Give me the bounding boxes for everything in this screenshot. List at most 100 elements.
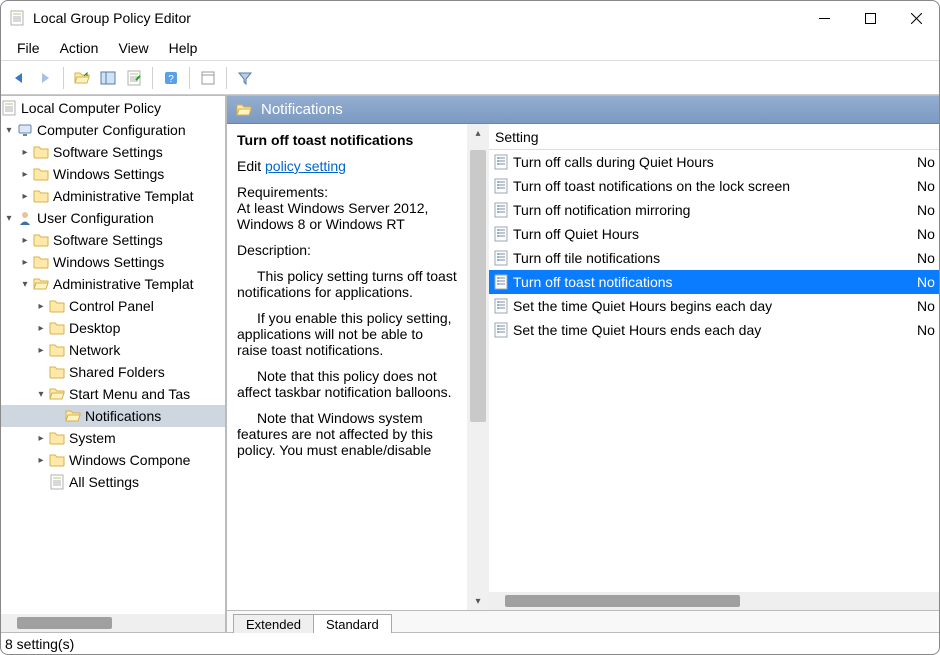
scroll-down-icon[interactable]: ▾: [467, 592, 489, 610]
tree-cc-windows[interactable]: Windows Settings: [53, 166, 164, 182]
window-title: Local Group Policy Editor: [33, 10, 801, 26]
maximize-button[interactable]: [847, 1, 893, 35]
grid-row[interactable]: Turn off Quiet HoursNo: [489, 222, 939, 246]
nav-back-button[interactable]: [7, 66, 31, 90]
show-hide-tree-button[interactable]: [96, 66, 120, 90]
chevron-right-icon[interactable]: ▸: [17, 188, 33, 204]
grid-hscroll[interactable]: [489, 592, 939, 610]
tree-hscroll[interactable]: [1, 614, 225, 632]
panel-heading-text: Notifications: [261, 101, 343, 118]
tree-computer-config[interactable]: Computer Configuration: [37, 122, 186, 138]
chevron-right-icon[interactable]: ▸: [33, 320, 49, 336]
tab-standard[interactable]: Standard: [313, 614, 392, 633]
tab-extended[interactable]: Extended: [233, 614, 314, 633]
tree-network[interactable]: Network: [69, 342, 120, 358]
tree-startmenu[interactable]: Start Menu and Tas: [69, 386, 190, 402]
grid-row[interactable]: Turn off notification mirroringNo: [489, 198, 939, 222]
scroll-track[interactable]: [467, 142, 489, 592]
grid-header[interactable]: Setting: [489, 124, 939, 150]
menu-view[interactable]: View: [108, 37, 158, 59]
edit-policy-link[interactable]: policy setting: [265, 158, 346, 174]
chevron-right-icon[interactable]: ▸: [17, 232, 33, 248]
chevron-down-icon[interactable]: ▾: [1, 210, 17, 226]
details-panel: Notifications Turn off toast notificatio…: [226, 96, 939, 632]
scroll-up-icon[interactable]: ▴: [467, 124, 489, 142]
tree-uc-software[interactable]: Software Settings: [53, 232, 163, 248]
menu-help[interactable]: Help: [159, 37, 208, 59]
requirements-label: Requirements:: [237, 184, 328, 200]
chevron-right-icon[interactable]: ▸: [33, 452, 49, 468]
tree-desktop[interactable]: Desktop: [69, 320, 120, 336]
chevron-right-icon[interactable]: ▸: [17, 144, 33, 160]
folder-open-icon: [33, 276, 49, 292]
arrow-left-icon: [11, 70, 27, 86]
policy-icon: [493, 226, 509, 242]
filter-button[interactable]: [233, 66, 257, 90]
policy-icon: [493, 322, 509, 338]
nav-forward-button[interactable]: [33, 66, 57, 90]
tree-shared[interactable]: Shared Folders: [69, 364, 165, 380]
help-button[interactable]: ?: [159, 66, 183, 90]
policy-icon: [493, 178, 509, 194]
close-button[interactable]: [893, 1, 939, 35]
tree-wincomp[interactable]: Windows Compone: [69, 452, 190, 468]
chevron-right-icon[interactable]: ▸: [33, 298, 49, 314]
tree[interactable]: Local Computer Policy ▾ Computer Configur…: [1, 96, 225, 614]
chevron-right-icon[interactable]: ▸: [17, 166, 33, 182]
desc-vscroll[interactable]: ▴ ▾: [467, 124, 489, 610]
tree-panel: Local Computer Policy ▾ Computer Configur…: [1, 96, 226, 632]
scrollbar-thumb[interactable]: [17, 617, 112, 629]
grid-row[interactable]: Turn off toast notifications on the lock…: [489, 174, 939, 198]
row-label: Turn off notification mirroring: [513, 202, 913, 218]
folder-icon: [33, 166, 49, 182]
chevron-down-icon[interactable]: ▾: [17, 276, 33, 292]
scrollbar-thumb[interactable]: [470, 150, 486, 422]
row-state: No: [917, 202, 939, 218]
funnel-icon: [237, 70, 253, 86]
tree-allsettings[interactable]: All Settings: [69, 474, 139, 490]
folder-icon: [49, 364, 65, 380]
scrollbar-thumb[interactable]: [505, 595, 740, 607]
grid-row[interactable]: Set the time Quiet Hours ends each dayNo: [489, 318, 939, 342]
tree-ctrlpanel[interactable]: Control Panel: [69, 298, 154, 314]
chevron-right-icon[interactable]: ▸: [17, 254, 33, 270]
menu-action[interactable]: Action: [50, 37, 109, 59]
folder-icon: [49, 320, 65, 336]
row-label: Turn off calls during Quiet Hours: [513, 154, 913, 170]
tree-uc-admin[interactable]: Administrative Templat: [53, 276, 194, 292]
row-label: Set the time Quiet Hours begins each day: [513, 298, 913, 314]
grid-row[interactable]: Turn off calls during Quiet HoursNo: [489, 150, 939, 174]
export-button[interactable]: [122, 66, 146, 90]
policy-icon: [493, 250, 509, 266]
tree-user-config[interactable]: User Configuration: [37, 210, 154, 226]
grid-row[interactable]: Turn off tile notificationsNo: [489, 246, 939, 270]
row-state: No: [917, 226, 939, 242]
grid-row-selected[interactable]: Turn off toast notificationsNo: [489, 270, 939, 294]
column-setting[interactable]: Setting: [495, 129, 939, 145]
status-bar: 8 setting(s): [1, 632, 939, 654]
user-icon: [17, 210, 33, 226]
row-state: No: [917, 322, 939, 338]
tree-notifications[interactable]: Notifications: [85, 408, 161, 424]
tree-cc-admin[interactable]: Administrative Templat: [53, 188, 194, 204]
folder-open-icon: [65, 408, 81, 424]
tree-cc-software[interactable]: Software Settings: [53, 144, 163, 160]
up-button[interactable]: [70, 66, 94, 90]
chevron-down-icon[interactable]: ▾: [33, 386, 49, 402]
row-label: Turn off toast notifications: [513, 274, 913, 290]
properties-icon: [200, 70, 216, 86]
properties-button[interactable]: [196, 66, 220, 90]
chevron-right-icon[interactable]: ▸: [33, 342, 49, 358]
chevron-down-icon[interactable]: ▾: [1, 122, 17, 138]
grid-row[interactable]: Set the time Quiet Hours begins each day…: [489, 294, 939, 318]
menu-file[interactable]: File: [7, 37, 50, 59]
folder-up-icon: [74, 70, 90, 86]
titlebar: Local Group Policy Editor: [1, 1, 939, 35]
policy-icon: [493, 202, 509, 218]
tree-uc-windows[interactable]: Windows Settings: [53, 254, 164, 270]
chevron-right-icon[interactable]: ▸: [33, 430, 49, 446]
minimize-button[interactable]: [801, 1, 847, 35]
tree-root[interactable]: Local Computer Policy: [21, 100, 161, 116]
tree-system[interactable]: System: [69, 430, 116, 446]
toolbar: ?: [1, 61, 939, 95]
